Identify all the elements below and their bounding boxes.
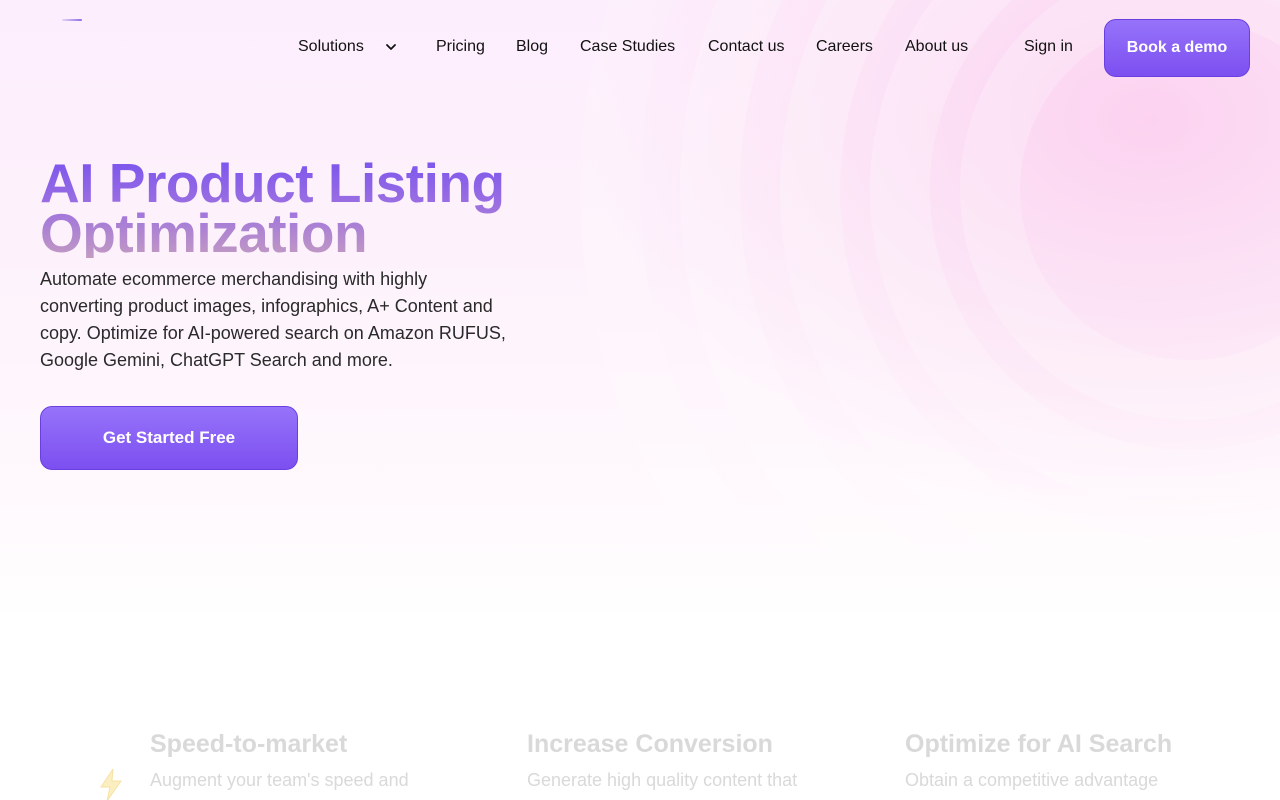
- landing-page: Solutions Pricing Blog Case Studies Cont…: [0, 0, 1280, 800]
- get-started-button[interactable]: Get Started Free: [40, 406, 298, 470]
- nav-item-pricing[interactable]: Pricing: [436, 38, 485, 56]
- chevron-down-icon[interactable]: [384, 40, 398, 54]
- nav-item-solutions[interactable]: Solutions: [298, 38, 364, 56]
- hero-subtitle: Automate ecommerce merchandising with hi…: [40, 269, 506, 370]
- sign-in-link[interactable]: Sign in: [1024, 38, 1073, 56]
- feature-desc-speed: Augment your team's speed and: [150, 770, 409, 790]
- nav-item-about-us[interactable]: About us: [905, 38, 968, 56]
- hero-title-line-2: Optimization: [40, 202, 368, 264]
- feature-title-conversion: Increase Conversion: [527, 730, 773, 758]
- hero-title: AI Product Listing Optimization: [40, 158, 600, 258]
- book-demo-button[interactable]: Book a demo: [1104, 19, 1250, 77]
- lightning-icon: [100, 768, 122, 800]
- nav-item-blog[interactable]: Blog: [516, 38, 548, 56]
- feature-title-ai-search: Optimize for AI Search: [905, 730, 1173, 758]
- feature-desc-conversion: Generate high quality content that: [527, 770, 798, 790]
- nav-item-case-studies[interactable]: Case Studies: [580, 38, 675, 56]
- nav-item-contact-us[interactable]: Contact us: [708, 38, 784, 56]
- top-nav: Solutions Pricing Blog Case Studies Cont…: [0, 0, 1280, 96]
- feature-title-speed: Speed-to-market: [150, 730, 348, 758]
- nav-item-careers[interactable]: Careers: [816, 38, 873, 56]
- feature-desc-ai-search: Obtain a competitive advantage: [905, 770, 1159, 790]
